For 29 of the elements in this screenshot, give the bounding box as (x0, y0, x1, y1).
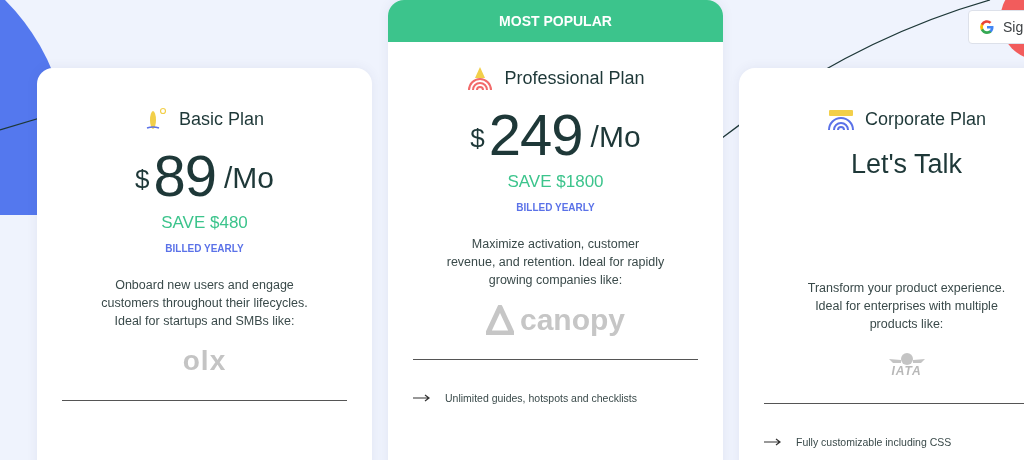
contact-headline: Let's Talk (850, 149, 963, 181)
google-icon (979, 19, 995, 35)
arrow-icon (413, 394, 431, 402)
plan-title: Corporate Plan (864, 108, 987, 130)
arrow-icon (764, 438, 782, 446)
ship-rainbow-icon (826, 107, 855, 131)
feature-text: Fully customizable including CSS (796, 436, 952, 448)
popular-banner: MOST POPULAR (388, 0, 723, 42)
surfboard-icon (144, 106, 169, 132)
plan-title: Professional Plan (504, 67, 645, 89)
price-amount: 249 (488, 104, 583, 166)
plan-description: Onboard new users and engage customers throughout their lifecycles. Ideal for startups and SMBs like: (101, 277, 308, 330)
plan-description: Maximize activation, customer revenue, and retention. Ideal for rapidly growing companies like: (446, 236, 665, 289)
currency-symbol: $ (470, 123, 485, 154)
feature-text: Unlimited guides, hotspots and checklists (445, 392, 637, 404)
currency-symbol: $ (135, 164, 150, 195)
price-period: /Mo (224, 161, 274, 195)
plan-description: Transform your product experience. Ideal for enterprises with multiple products like: (807, 280, 1006, 333)
billing-text: BILLED YEARLY (165, 243, 244, 254)
price-period: /Mo (590, 120, 641, 154)
company-logo: olx (182, 345, 227, 377)
google-signin-button[interactable]: Sig (968, 10, 1024, 44)
price-amount: 89 (153, 145, 216, 207)
savings-text: SAVE $1800 (507, 172, 604, 192)
company-logo: canopy (486, 303, 625, 337)
savings-text: SAVE $480 (161, 213, 248, 233)
company-logo: IATA (886, 350, 927, 378)
plan-title: Basic Plan (178, 108, 264, 130)
billing-text: BILLED YEARLY (516, 202, 595, 213)
